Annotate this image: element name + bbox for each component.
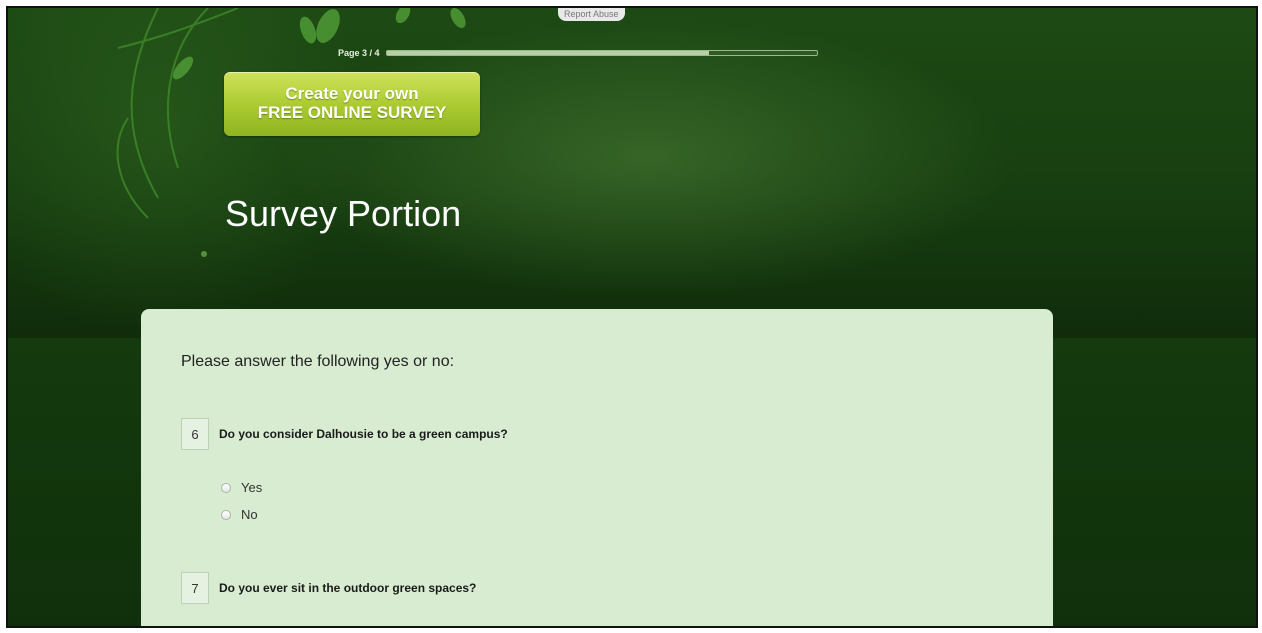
option-label-yes: Yes — [241, 480, 263, 495]
question-6: 6 Do you consider Dalhousie to be a gree… — [181, 418, 508, 450]
page-label: Page 3 / 4 — [338, 48, 380, 58]
option-yes[interactable]: Yes — [221, 480, 262, 495]
cta-line-2: FREE ONLINE SURVEY — [257, 103, 447, 122]
radio-yes[interactable] — [221, 482, 231, 493]
question-text: Do you consider Dalhousie to be a green … — [219, 427, 508, 441]
question-text: Do you ever sit in the outdoor green spa… — [219, 581, 477, 595]
progress-fill — [386, 51, 710, 55]
page-progress: Page 3 / 4 — [338, 48, 818, 58]
question-number: 7 — [181, 572, 209, 604]
option-label-no: No — [241, 507, 258, 522]
survey-panel: Please answer the following yes or no: 6… — [141, 309, 1053, 626]
radio-no[interactable] — [221, 509, 231, 520]
create-survey-button[interactable]: Create your own FREE ONLINE SURVEY — [224, 72, 480, 136]
progress-track — [385, 50, 818, 56]
cta-line-1: Create your own — [285, 84, 419, 103]
question-number: 6 — [181, 418, 209, 450]
report-abuse-link[interactable]: Report Abuse — [558, 8, 625, 21]
survey-intro: Please answer the following yes or no: — [181, 353, 455, 370]
browser-viewport: Report Abuse Page 3 / 4 Create your own … — [6, 6, 1258, 628]
page-title: Survey Portion — [225, 193, 462, 234]
option-no[interactable]: No — [221, 507, 258, 522]
question-7: 7 Do you ever sit in the outdoor green s… — [181, 572, 476, 604]
